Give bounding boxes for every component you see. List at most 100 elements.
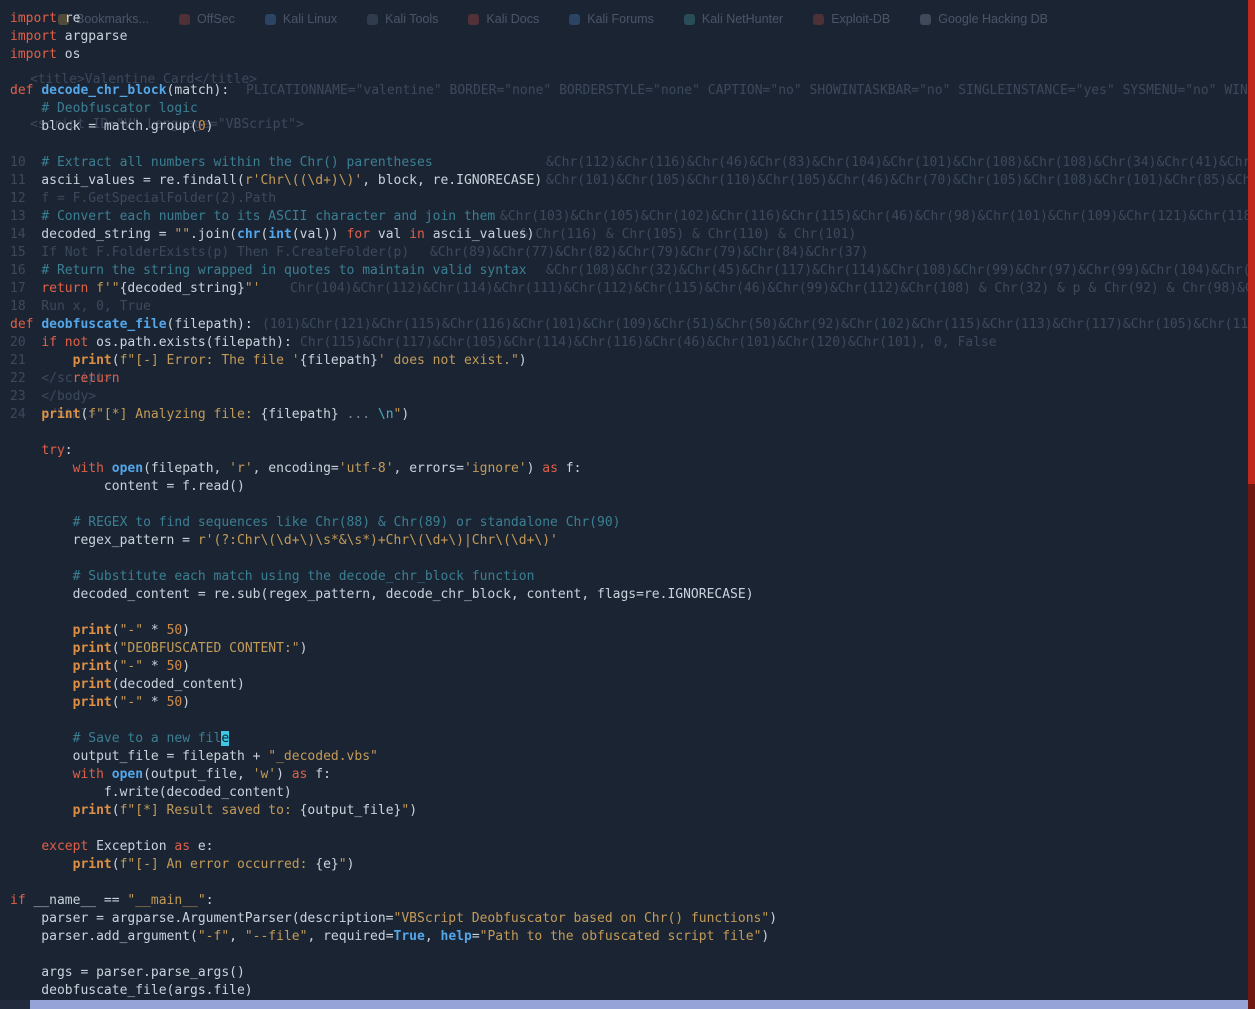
code-line bbox=[10, 496, 1247, 514]
code-line: deobfuscate_file(args.file) bbox=[10, 982, 1247, 1000]
code-line: print(f"[*] Result saved to: {output_fil… bbox=[10, 802, 1247, 820]
horizontal-scrollbar-thumb[interactable] bbox=[30, 1000, 1248, 1009]
code-line: with open(filepath, 'r', encoding='utf-8… bbox=[10, 460, 1247, 478]
code-token: Exception bbox=[88, 839, 174, 854]
code-token: print bbox=[73, 623, 112, 638]
code-token: ( bbox=[112, 623, 120, 638]
code-token: (decoded_content) bbox=[112, 677, 245, 692]
code-token: try bbox=[41, 443, 64, 458]
code-token: {output_file} bbox=[300, 803, 402, 818]
code-token bbox=[10, 155, 41, 170]
code-line: content = f.read() bbox=[10, 478, 1247, 496]
code-line: print(f"[-] An error occurred: {e}") bbox=[10, 856, 1247, 874]
code-token: , block, re.IGNORECASE) bbox=[362, 173, 542, 188]
code-line bbox=[10, 424, 1247, 442]
code-line bbox=[10, 298, 1247, 316]
vertical-scrollbar-thumb[interactable] bbox=[1248, 0, 1255, 484]
code-token: with bbox=[73, 461, 104, 476]
code-token: decoded_content = re.sub(regex_pattern, … bbox=[10, 587, 754, 602]
code-token: 'utf-8' bbox=[339, 461, 394, 476]
code-token: "VBScript Deobfuscator based on Chr() fu… bbox=[394, 911, 770, 926]
code-token: f: bbox=[307, 767, 330, 782]
code-token: ( bbox=[112, 803, 120, 818]
code-token bbox=[10, 515, 73, 530]
code-line: # Extract all numbers within the Chr() p… bbox=[10, 154, 1247, 172]
code-token: f"[-] An error occurred: bbox=[120, 857, 316, 872]
code-token: f"[*] Result saved to: bbox=[120, 803, 300, 818]
code-editor[interactable]: import reimport argparseimport osdef dec… bbox=[10, 10, 1247, 1000]
code-token: in bbox=[409, 227, 425, 242]
code-token: import bbox=[10, 29, 57, 44]
code-token: def bbox=[10, 317, 33, 332]
code-line: return bbox=[10, 370, 1247, 388]
code-token: (filepath, bbox=[143, 461, 229, 476]
code-token: "Path to the obfuscated script file" bbox=[480, 929, 762, 944]
code-line bbox=[10, 136, 1247, 154]
code-token: "DEOBFUSCATED CONTENT:" bbox=[120, 641, 300, 656]
code-line: # Convert each number to its ASCII chara… bbox=[10, 208, 1247, 226]
code-token: ... bbox=[347, 407, 370, 422]
code-token: ) bbox=[182, 623, 190, 638]
code-token: # Extract all numbers within the Chr() p… bbox=[41, 155, 432, 170]
code-line: def decode_chr_block(match): bbox=[10, 82, 1247, 100]
code-line bbox=[10, 64, 1247, 82]
code-line: return f'"{decoded_string}"' bbox=[10, 280, 1247, 298]
code-line: def deobfuscate_file(filepath): bbox=[10, 316, 1247, 334]
code-token: ( bbox=[112, 641, 120, 656]
code-line: if __name__ == "__main__": bbox=[10, 892, 1247, 910]
code-token: f"[*] Analyzing file: bbox=[88, 407, 260, 422]
code-line: with open(output_file, 'w') as f: bbox=[10, 766, 1247, 784]
code-token: open bbox=[112, 461, 143, 476]
code-line: parser = argparse.ArgumentParser(descrip… bbox=[10, 910, 1247, 928]
code-token bbox=[104, 461, 112, 476]
code-line bbox=[10, 712, 1247, 730]
code-line: print("-" * 50) bbox=[10, 658, 1247, 676]
code-line: print(f"[*] Analyzing file: {filepath} .… bbox=[10, 406, 1247, 424]
code-token: ascii_values) bbox=[425, 227, 535, 242]
code-line: # Save to a new file bbox=[10, 730, 1247, 748]
code-token: help bbox=[441, 929, 472, 944]
code-line: # Deobfuscator logic bbox=[10, 100, 1247, 118]
code-token bbox=[10, 641, 73, 656]
code-token bbox=[10, 623, 73, 638]
code-token: "--file" bbox=[245, 929, 308, 944]
code-token: : bbox=[206, 893, 214, 908]
code-token: .join( bbox=[190, 227, 237, 242]
code-token: for bbox=[347, 227, 370, 242]
code-token: return bbox=[73, 371, 120, 386]
code-token: argparse bbox=[57, 29, 127, 44]
horizontal-scrollbar[interactable] bbox=[0, 1000, 1248, 1009]
code-token: f: bbox=[558, 461, 581, 476]
vertical-scrollbar[interactable] bbox=[1248, 0, 1255, 1009]
code-token: 0 bbox=[198, 119, 206, 134]
code-token: "-f" bbox=[198, 929, 229, 944]
code-token bbox=[10, 461, 73, 476]
code-line bbox=[10, 946, 1247, 964]
code-token bbox=[10, 353, 73, 368]
code-token: content = f.read() bbox=[10, 479, 245, 494]
code-token: ) bbox=[769, 911, 777, 926]
code-token: : bbox=[65, 443, 73, 458]
code-token: block = match.group( bbox=[10, 119, 198, 134]
code-token: # Substitute each match using the decode… bbox=[73, 569, 535, 584]
code-token: (match): bbox=[167, 83, 230, 98]
code-token: decode_chr_block bbox=[41, 83, 166, 98]
code-token: re bbox=[57, 11, 80, 26]
code-token: print bbox=[73, 803, 112, 818]
code-token: r'Chr\((\d+)\)' bbox=[245, 173, 362, 188]
code-token: 50 bbox=[167, 695, 183, 710]
code-line: block = match.group(0) bbox=[10, 118, 1247, 136]
code-token: print bbox=[73, 641, 112, 656]
screenshot-root: { "palette": { "bg": "#1b2433", "fg": "#… bbox=[0, 0, 1255, 1009]
code-token: f'" bbox=[96, 281, 119, 296]
code-line bbox=[10, 820, 1247, 838]
code-token: , errors= bbox=[394, 461, 464, 476]
code-token: os.path.exists(filepath): bbox=[88, 335, 292, 350]
code-token: print bbox=[73, 695, 112, 710]
code-line: regex_pattern = r'(?:Chr\(\d+\)\s*&\s*)+… bbox=[10, 532, 1247, 550]
code-line: output_file = filepath + "_decoded.vbs" bbox=[10, 748, 1247, 766]
code-token: decoded_string = bbox=[10, 227, 174, 242]
code-line: import argparse bbox=[10, 28, 1247, 46]
code-token: \n bbox=[378, 407, 394, 422]
code-line: decoded_content = re.sub(regex_pattern, … bbox=[10, 586, 1247, 604]
